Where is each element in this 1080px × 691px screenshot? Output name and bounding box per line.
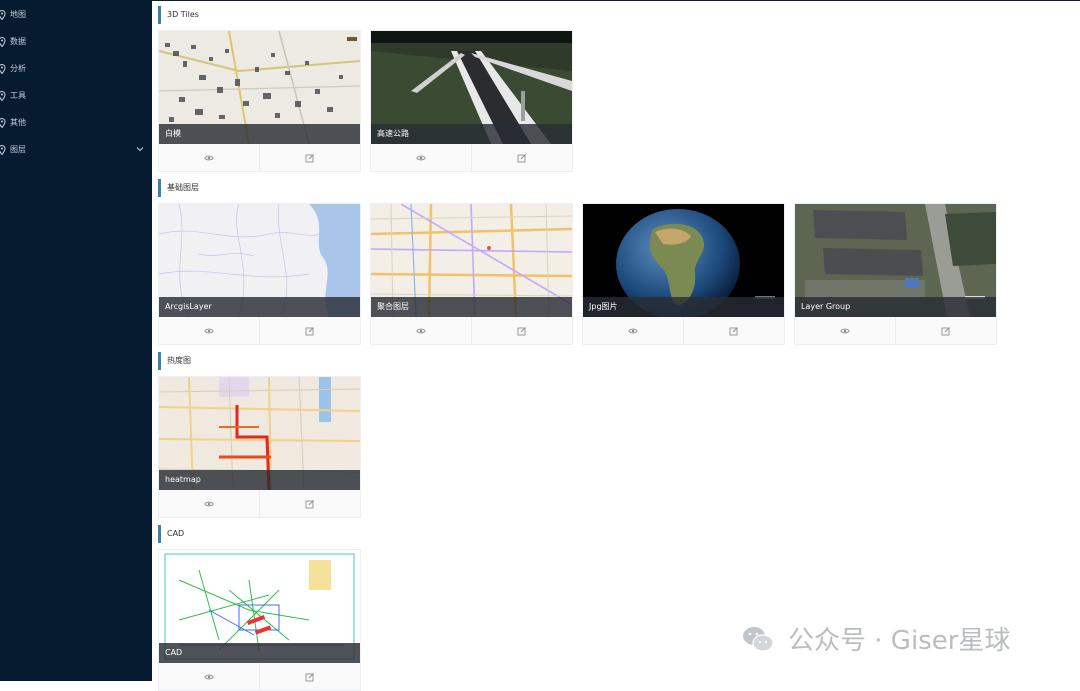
edit-button[interactable] [259, 317, 360, 344]
view-button[interactable] [159, 317, 259, 344]
sidebar-item-label: 地图 [10, 10, 26, 19]
edit-button[interactable] [683, 317, 784, 344]
layer-caption: 聚合图层 [371, 297, 572, 317]
layer-caption: ArcgisLayer [159, 297, 360, 317]
sidebar-item-label: 其他 [10, 118, 26, 127]
eye-icon [204, 155, 214, 160]
layer-caption: heatmap [159, 470, 360, 490]
edit-button[interactable] [895, 317, 996, 344]
view-button[interactable] [159, 490, 259, 517]
edit-button[interactable] [471, 144, 572, 171]
eye-icon [628, 328, 638, 333]
watermark: 公众号 · Giser星球 [742, 620, 1010, 657]
view-button[interactable] [371, 144, 471, 171]
view-button[interactable] [795, 317, 895, 344]
layer-card-arcgis[interactable]: ArcgisLayer [158, 203, 361, 345]
card-actions [583, 317, 784, 344]
sidebar-item-data[interactable]: 数据 [0, 28, 152, 55]
layer-caption: Jpg图片 [583, 297, 784, 317]
edit-icon [305, 499, 314, 508]
sidebar-item-other[interactable]: 其他 [0, 109, 152, 136]
layer-caption: Layer Group [795, 297, 996, 317]
card-actions [159, 663, 360, 690]
watermark-text: 公众号 · Giser星球 [788, 626, 1011, 656]
edit-button[interactable] [471, 317, 572, 344]
sidebar-item-layers[interactable]: 图层 [0, 136, 152, 163]
card-actions [371, 144, 572, 171]
edit-icon [729, 326, 738, 335]
view-button[interactable] [371, 317, 471, 344]
sidebar-item-label: 数据 [10, 37, 26, 46]
edit-icon [305, 326, 314, 335]
sidebar-item-label: 工具 [10, 91, 26, 100]
layer-card-layer-group[interactable]: Layer Group [794, 203, 997, 345]
edit-button[interactable] [259, 490, 360, 517]
card-actions [795, 317, 996, 344]
wechat-icon [743, 626, 774, 652]
location-pin-icon [0, 9, 6, 20]
layer-card-highway[interactable]: 高速公路 [370, 30, 573, 172]
sidebar-item-map[interactable]: 地图 [0, 1, 152, 28]
sidebar: 地图 数据 分析 工具 其他 图层 [0, 0, 152, 681]
location-pin-icon [0, 90, 6, 101]
sidebar-item-analysis[interactable]: 分析 [0, 55, 152, 82]
section-title-3d-tiles: 3D Tiles [158, 6, 199, 24]
sidebar-item-tools[interactable]: 工具 [0, 82, 152, 109]
view-button[interactable] [159, 663, 259, 690]
card-actions [159, 490, 360, 517]
card-actions [159, 317, 360, 344]
eye-icon [416, 155, 426, 160]
sidebar-item-label: 图层 [10, 145, 26, 154]
edit-icon [517, 153, 526, 162]
layer-caption: CAD [159, 643, 360, 663]
eye-icon [204, 674, 214, 679]
eye-icon [204, 328, 214, 333]
edit-icon [305, 672, 314, 681]
location-pin-icon [0, 36, 6, 47]
section-title-cad: CAD [158, 525, 184, 543]
edit-icon [941, 326, 950, 335]
eye-icon [840, 328, 850, 333]
layer-caption: 白模 [159, 124, 360, 144]
section-title-base-layers: 基础图层 [158, 179, 199, 197]
location-pin-icon [0, 144, 6, 155]
layer-card-cad[interactable]: CAD [158, 549, 361, 691]
edit-icon [305, 153, 314, 162]
layer-card-heatmap[interactable]: heatmap [158, 376, 361, 518]
eye-icon [416, 328, 426, 333]
chevron-down-icon[interactable] [136, 145, 144, 153]
layer-gallery: 3D Tiles 白模 高速公路 基础图层 ArcgisLayer 聚合图层 J… [152, 0, 1080, 691]
location-pin-icon [0, 63, 6, 74]
layer-card-jpg[interactable]: Jpg图片 [582, 203, 785, 345]
section-title-heatmap: 热度图 [158, 352, 191, 370]
layer-card-cluster[interactable]: 聚合图层 [370, 203, 573, 345]
eye-icon [204, 501, 214, 506]
view-button[interactable] [583, 317, 683, 344]
edit-button[interactable] [259, 663, 360, 690]
card-actions [159, 144, 360, 171]
edit-icon [517, 326, 526, 335]
card-actions [371, 317, 572, 344]
sidebar-item-label: 分析 [10, 64, 26, 73]
view-button[interactable] [159, 144, 259, 171]
layer-caption: 高速公路 [371, 124, 572, 144]
location-pin-icon [0, 117, 6, 128]
layer-card-white-model[interactable]: 白模 [158, 30, 361, 172]
edit-button[interactable] [259, 144, 360, 171]
